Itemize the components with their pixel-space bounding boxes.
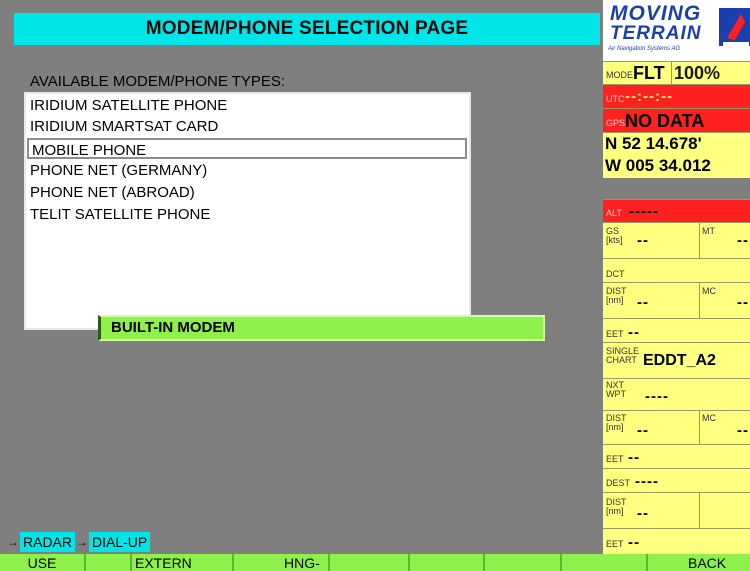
softkey-8[interactable] <box>562 554 648 571</box>
eet-label: EET <box>606 329 624 339</box>
eet3-cell: EET -- <box>603 528 750 554</box>
mode-label: MODE <box>606 70 633 80</box>
gps-label: GPS <box>606 118 626 128</box>
mode-percent: 100% <box>674 63 721 83</box>
hang-up-button[interactable]: HNG-UP <box>234 554 330 571</box>
logo-tagline: Air Navigation Systems AG <box>608 46 681 52</box>
nxt-value: ---- <box>645 388 669 405</box>
eet2-label: EET <box>606 454 624 464</box>
softkey-7[interactable] <box>485 554 562 571</box>
dct-label: DCT <box>606 269 625 279</box>
alt-label: ALT <box>606 208 622 218</box>
mode-cell[interactable]: MODE FLT 100% <box>603 61 750 84</box>
modem-type-list[interactable]: IRIDIUM SATELLITE PHONE IRIDIUM SMARTSAT… <box>24 92 471 330</box>
gs-mt-cell: GS [kts] -- MT -- <box>603 222 750 258</box>
dist-value: -- <box>637 294 649 311</box>
mc-label: MC <box>702 286 716 296</box>
position-cell: N 52 14.678' W 005 34.012 <box>603 132 750 178</box>
dist2-unit: [nm] <box>606 422 624 432</box>
dist2-value: -- <box>637 422 649 439</box>
dist-mc-cell: DIST [nm] -- MC -- <box>603 282 750 318</box>
alt-cell: ALT ----- <box>603 199 750 222</box>
list-item-selected[interactable]: MOBILE PHONE <box>27 138 467 159</box>
screen: MODEM/PHONE SELECTION PAGE AVAILABLE MOD… <box>0 0 750 571</box>
chart-label-2: CHART <box>606 355 637 365</box>
utc-cell: UTC --:--:-- <box>603 84 750 108</box>
eet2-value: -- <box>628 449 640 466</box>
gs-value: -- <box>637 232 649 249</box>
destination-cell: DEST ---- <box>603 468 750 492</box>
list-item[interactable]: IRIDIUM SATELLITE PHONE <box>30 95 227 116</box>
logo-line2: TERRAIN <box>610 23 702 44</box>
logo: MOVING TERRAIN Air Navigation Systems AG <box>603 0 750 61</box>
eet3-label: EET <box>606 539 624 549</box>
dest-value: ---- <box>635 473 659 490</box>
arrow-right-icon: → <box>7 535 19 549</box>
softkey-6[interactable] <box>410 554 485 571</box>
chart-cell[interactable]: SINGLE CHART EDDT_A2 <box>603 342 750 378</box>
mode-value: FLT <box>633 63 665 83</box>
gps-value: NO DATA <box>625 111 705 131</box>
page-title: MODEM/PHONE SELECTION PAGE <box>14 13 600 45</box>
softkey-5[interactable] <box>330 554 410 571</box>
breadcrumb-item-radar[interactable]: RADAR <box>20 532 76 552</box>
status-panel: MOVING TERRAIN Air Navigation Systems AG… <box>603 0 750 554</box>
utc-label: UTC <box>606 94 625 104</box>
utc-value: --:--:-- <box>625 88 673 105</box>
list-item[interactable]: IRIDIUM SMARTSAT CARD <box>30 116 218 137</box>
dist-unit: [nm] <box>606 295 624 305</box>
dist3-unit: [nm] <box>606 506 624 516</box>
logo-mark-icon <box>719 8 750 46</box>
mt-value: -- <box>737 232 749 249</box>
next-waypoint-cell: NXT WPT ---- <box>603 378 750 410</box>
nxt-label-2: WPT <box>606 389 626 399</box>
extern-button[interactable]: EXTERN <box>132 554 234 571</box>
dist3-value: -- <box>637 505 649 522</box>
dct-cell: DCT <box>603 258 750 282</box>
chart-value: EDDT_A2 <box>643 352 716 369</box>
arrow-right-icon: → <box>76 535 89 549</box>
eet-value: -- <box>628 324 640 341</box>
gps-cell: GPS NO DATA <box>603 108 750 132</box>
dist2-mc2-cell: DIST [nm] -- MC -- <box>603 410 750 444</box>
mc2-value: -- <box>737 422 749 439</box>
eet2-cell: EET -- <box>603 444 750 468</box>
section-label: AVAILABLE MODEM/PHONE TYPES: <box>30 73 286 90</box>
back-button[interactable]: BACK <box>648 554 750 571</box>
mt-label: MT <box>702 226 715 236</box>
mc2-label: MC <box>702 413 716 423</box>
latitude: N 52 14.678' <box>605 134 702 153</box>
dest-label: DEST <box>606 478 631 488</box>
current-modem-field[interactable]: BUILT-IN MODEM <box>98 315 545 341</box>
list-item[interactable]: TELIT SATELLITE PHONE <box>30 204 210 225</box>
dist3-cell: DIST [nm] -- <box>603 492 750 528</box>
eet-cell: EET -- <box>603 318 750 342</box>
breadcrumb: → RADAR → DIAL-UP <box>6 532 151 552</box>
eet3-value: -- <box>628 534 640 551</box>
longitude: W 005 34.012 <box>605 156 711 175</box>
use-button[interactable]: USE <box>0 554 86 571</box>
list-item[interactable]: PHONE NET (ABROAD) <box>30 182 195 203</box>
breadcrumb-item-dial-up[interactable]: DIAL-UP <box>89 532 151 552</box>
gs-unit: [kts] <box>606 235 623 245</box>
list-item[interactable]: PHONE NET (GERMANY) <box>30 160 207 181</box>
softkey-2[interactable] <box>86 554 132 571</box>
alt-value: ----- <box>629 203 659 220</box>
mc-value: -- <box>737 294 749 311</box>
softkey-bar: USE EXTERN HNG-UP BACK <box>0 554 750 571</box>
